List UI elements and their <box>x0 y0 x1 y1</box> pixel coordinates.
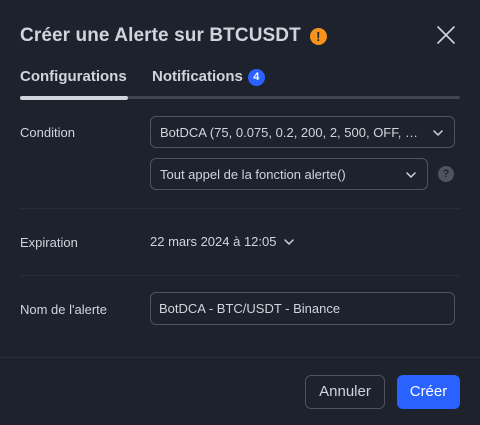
chevron-down-icon <box>433 130 443 136</box>
notifications-count-badge: 4 <box>247 69 265 86</box>
cancel-button[interactable]: Annuler <box>305 375 385 409</box>
expiration-label: Expiration <box>20 235 78 250</box>
condition-label: Condition <box>20 125 75 140</box>
chevron-down-icon <box>406 172 416 178</box>
help-icon[interactable]: ? <box>438 166 454 182</box>
section-divider <box>20 208 460 209</box>
expiration-value: 22 mars 2024 à 12:05 <box>150 234 277 249</box>
create-alert-dialog: Créer une Alerte sur BTCUSDT ! Configura… <box>0 0 480 425</box>
chevron-down-icon <box>284 238 295 245</box>
expiration-dropdown[interactable]: 22 mars 2024 à 12:05 <box>150 234 295 249</box>
close-button[interactable] <box>434 23 458 47</box>
condition-indicator-value: BotDCA (75, 0.075, 0.2, 200, 2, 500, OFF… <box>160 124 424 140</box>
condition-trigger-select[interactable]: Tout appel de la fonction alerte() <box>150 158 428 190</box>
footer-divider <box>0 357 480 358</box>
tab-configurations-label: Configurations <box>20 68 127 85</box>
tab-notifications-label: Notifications <box>152 68 243 85</box>
condition-indicator-select[interactable]: BotDCA (75, 0.075, 0.2, 200, 2, 500, OFF… <box>150 116 455 148</box>
dialog-title: Créer une Alerte sur BTCUSDT <box>20 25 301 46</box>
alert-name-label: Nom de l'alerte <box>20 302 108 317</box>
condition-trigger-value: Tout appel de la fonction alerte() <box>160 166 346 182</box>
active-tab-indicator <box>20 96 128 100</box>
tab-notifications[interactable]: Notifications 4 <box>152 68 265 86</box>
tab-bar: Configurations Notifications 4 <box>20 68 460 100</box>
warning-icon: ! <box>309 27 327 45</box>
alert-name-input[interactable] <box>150 292 455 325</box>
close-icon <box>437 26 455 44</box>
section-divider <box>20 275 460 276</box>
tab-configurations[interactable]: Configurations <box>20 68 127 85</box>
dialog-header: Créer une Alerte sur BTCUSDT ! <box>20 20 460 52</box>
create-button[interactable]: Créer <box>397 375 460 409</box>
